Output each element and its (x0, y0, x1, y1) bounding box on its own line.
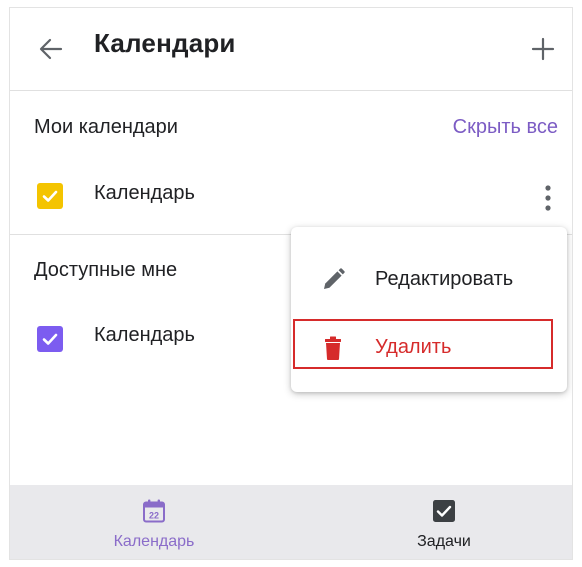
shared-calendar-checkbox[interactable] (37, 326, 63, 352)
pencil-icon (324, 268, 345, 289)
calendars-screen: Календари Мои календари Скрыть все Кален… (9, 7, 573, 560)
checkmark-icon (42, 333, 58, 345)
checkmark-icon (42, 190, 58, 202)
my-calendars-title: Мои календари (34, 116, 178, 138)
hide-all-link[interactable]: Скрыть все (453, 116, 558, 139)
nav-tab-label: Календарь (113, 533, 195, 550)
add-calendar-button[interactable] (528, 34, 558, 64)
back-button[interactable] (36, 34, 66, 64)
more-vert-icon (545, 185, 551, 211)
calendar-icon: 22 (143, 499, 165, 523)
shared-calendars-title: Доступные мне (34, 259, 178, 281)
task-checkbox-icon (433, 500, 455, 522)
nav-tab-tasks[interactable]: Задачи (354, 485, 534, 559)
menu-item-edit[interactable]: Редактировать (291, 253, 567, 307)
calendar-label: Календарь (94, 182, 195, 204)
more-options-button[interactable] (538, 181, 558, 215)
calendar-day-number: 22 (149, 511, 159, 521)
arrow-left-icon (39, 38, 63, 60)
plus-icon (531, 37, 555, 61)
delete-highlight-frame (293, 319, 553, 369)
nav-tab-calendar[interactable]: 22 Календарь (64, 485, 244, 559)
header-divider (10, 90, 572, 91)
calendar-checkbox[interactable] (37, 183, 63, 209)
nav-tab-label: Задачи (417, 533, 471, 550)
bottom-navigation: 22 Календарь Задачи (10, 485, 572, 559)
menu-item-label: Редактировать (375, 268, 514, 290)
calendar-context-menu: Редактировать Удалить (291, 227, 567, 392)
shared-calendar-label: Календарь (94, 324, 195, 346)
app-header: Календари (10, 8, 572, 90)
page-title: Календари (94, 28, 236, 58)
